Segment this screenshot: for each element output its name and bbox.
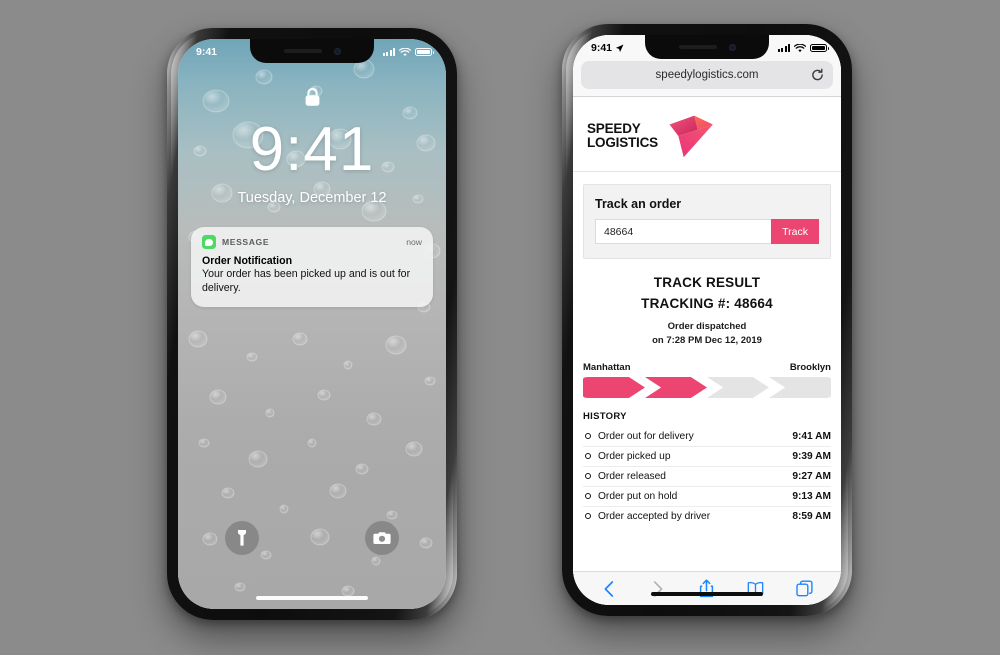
device-notch — [250, 39, 374, 63]
notification-body: Your order has been picked up and is out… — [202, 268, 411, 294]
cellular-signal-icon — [382, 48, 395, 56]
history-event-label: Order accepted by driver — [598, 510, 711, 522]
brand-wordmark: SPEEDY LOGISTICS — [587, 120, 658, 150]
notification-app-name: MESSAGE — [222, 237, 270, 247]
track-order-heading: Track an order — [595, 197, 682, 211]
history-section: HISTORY Order out for delivery 9:41 AM Ord… — [583, 411, 831, 526]
brand-line-2: LOGISTICS — [587, 135, 658, 150]
back-icon[interactable] — [601, 579, 618, 598]
wifi-icon — [794, 43, 806, 52]
route-destination-label: Brooklyn — [789, 361, 831, 373]
site-header: SPEEDY LOGISTICS — [573, 97, 841, 172]
front-camera — [728, 43, 736, 51]
flashlight-button[interactable] — [225, 521, 259, 555]
history-event-time: 9:39 AM — [792, 450, 831, 462]
history-list: Order out for delivery 9:41 AM Order picke… — [583, 427, 831, 526]
safari-toolbar — [573, 571, 841, 605]
flashlight-icon — [238, 530, 246, 546]
progress-segment — [583, 376, 645, 398]
progress-chevron-bar — [583, 376, 831, 398]
route-progress: Manhattan Brooklyn — [583, 362, 831, 398]
history-event-label: Order put on hold — [598, 490, 678, 502]
history-row: Order out for delivery 9:41 AM — [583, 427, 831, 447]
history-row: Order accepted by driver 8:59 AM — [583, 507, 831, 526]
lockscreen-time: 9:41 — [249, 115, 375, 184]
order-status-line-1: Order dispatched — [667, 321, 747, 332]
wifi-icon — [399, 47, 411, 56]
tabs-icon[interactable] — [796, 579, 813, 598]
camera-button[interactable] — [365, 521, 399, 555]
camera-icon — [373, 532, 391, 544]
progress-segment — [707, 376, 769, 398]
lock-closed-icon — [305, 87, 319, 106]
status-time: 9:41 — [196, 46, 217, 58]
safari-browser: 9:41 speedylogistics.com SPEEDY LOGISTIC… — [573, 35, 841, 605]
address-bar[interactable]: speedylogistics.com — [581, 61, 833, 89]
history-heading: HISTORY — [583, 410, 627, 422]
history-bullet-icon — [585, 433, 591, 440]
order-status-text: Order dispatched on 7:28 PM Dec 12, 2019 — [583, 320, 831, 348]
home-indicator[interactable] — [651, 592, 763, 596]
lockscreen-screen: 9:41 9:41 Tuesday, December 12 MESSAGE n… — [178, 39, 446, 609]
track-result-block: TRACK RESULT TRACKING #: 48664 Order dis… — [573, 275, 841, 348]
speedy-arrow-logo — [669, 115, 713, 158]
history-event-time: 8:59 AM — [792, 510, 831, 522]
history-row: Order released 9:27 AM — [583, 467, 831, 487]
history-bullet-icon — [585, 473, 591, 480]
earpiece-speaker — [283, 49, 322, 53]
history-bullet-icon — [585, 453, 591, 460]
history-event-label: Order out for delivery — [598, 430, 694, 442]
history-row: Order picked up 9:39 AM — [583, 447, 831, 467]
status-time-text: 9:41 — [196, 46, 218, 58]
order-status-line-2: on 7:28 PM Dec 12, 2019 — [652, 334, 762, 346]
lockscreen-date: Tuesday, December 12 — [237, 189, 387, 206]
history-event-label: Order picked up — [598, 450, 671, 462]
notification-timestamp: now — [406, 237, 422, 247]
track-result-heading: TRACK RESULT — [653, 275, 761, 290]
iphone-lockscreen-device: 9:41 9:41 Tuesday, December 12 MESSAGE n… — [167, 28, 457, 620]
history-event-time: 9:13 AM — [792, 490, 831, 502]
route-origin-label: Manhattan — [583, 361, 631, 373]
battery-icon — [415, 47, 434, 57]
tracking-number-label: TRACKING #: 48664 — [641, 296, 773, 311]
track-button[interactable]: Track — [771, 219, 819, 244]
tracking-number-input[interactable] — [595, 219, 772, 244]
browser-screen: 9:41 speedylogistics.com SPEEDY LOGISTIC… — [573, 35, 841, 605]
history-event-label: Order released — [598, 470, 666, 482]
cellular-signal-icon — [777, 44, 790, 52]
home-indicator[interactable] — [256, 596, 368, 600]
status-time-text: 9:41 — [591, 42, 613, 54]
progress-segment — [769, 376, 831, 398]
progress-segment — [645, 376, 707, 398]
address-bar-url: speedylogistics.com — [655, 69, 759, 81]
lockscreen-clock: 9:41 Tuesday, December 12 — [178, 87, 446, 206]
brand-line-1: SPEEDY — [587, 120, 641, 136]
battery-icon — [810, 43, 829, 53]
history-bullet-icon — [585, 513, 591, 520]
notification-title: Order Notification — [202, 255, 293, 267]
reload-icon[interactable] — [811, 68, 824, 82]
history-event-time: 9:41 AM — [792, 430, 831, 442]
web-page-content: SPEEDY LOGISTICS Track an order 48664 Tr… — [573, 97, 841, 571]
device-notch — [645, 35, 769, 59]
earpiece-speaker — [678, 45, 717, 49]
iphone-browser-device: 9:41 speedylogistics.com SPEEDY LOGISTIC… — [562, 24, 852, 616]
front-camera — [333, 47, 341, 55]
history-bullet-icon — [585, 493, 591, 500]
lockscreen-notification[interactable]: MESSAGE now Order Notification Your orde… — [191, 227, 433, 307]
location-arrow-icon — [615, 44, 624, 52]
track-order-card: Track an order Track — [583, 184, 831, 259]
message-app-icon — [202, 235, 216, 249]
history-event-time: 9:27 AM — [792, 470, 831, 482]
history-row: Order put on hold 9:13 AM — [583, 487, 831, 507]
lockscreen-wallpaper: 9:41 9:41 Tuesday, December 12 MESSAGE n… — [178, 39, 446, 609]
screenshot-stage: 9:41 9:41 Tuesday, December 12 MESSAGE n… — [0, 0, 1000, 655]
